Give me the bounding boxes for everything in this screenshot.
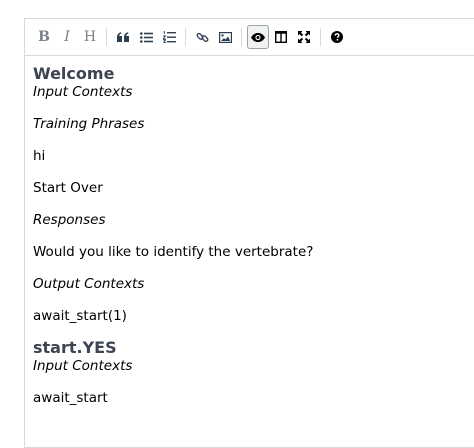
ordered-list-button[interactable] [158,25,180,49]
image-icon [218,31,232,43]
section-heading: Welcome [33,64,115,83]
italic-button[interactable]: I [56,25,78,49]
output-contexts-label: Output Contexts [33,276,145,292]
fullscreen-icon [298,31,310,43]
toolbar-separator [320,28,321,46]
input-context: await_start [33,390,108,406]
quote-button[interactable] [112,25,134,49]
editor-preview: Welcome Input Contexts Training Phrases … [25,56,474,407]
training-phrases-label: Training Phrases [33,116,145,132]
image-button[interactable] [214,25,236,49]
numbered-list-icon [162,31,176,43]
heading-button[interactable]: H [79,25,101,49]
training-phrase: hi [33,148,46,164]
guide-button[interactable] [326,25,348,49]
input-contexts-label: Input Contexts [33,84,133,100]
quote-icon [117,31,129,42]
question-icon [331,31,343,43]
input-contexts-label: Input Contexts [33,358,133,374]
bullet-list-icon [139,31,153,43]
link-icon [196,32,208,42]
heading-icon: H [83,29,97,45]
preview-button[interactable] [247,25,269,49]
toolbar-separator [241,28,242,46]
link-button[interactable] [191,25,213,49]
toolbar-separator [185,28,186,46]
italic-icon: I [64,29,70,45]
fullscreen-button[interactable] [293,25,315,49]
unordered-list-button[interactable] [135,25,157,49]
response-text: Would you like to identify the vertebrat… [33,244,314,260]
output-context: await_start(1) [33,308,127,324]
bold-button[interactable]: B [33,25,55,49]
section-heading: start.YES [33,338,117,357]
columns-icon [275,31,287,43]
bold-icon: B [38,29,50,45]
toolbar-separator [106,28,107,46]
markdown-editor: B I H Welcome Input Contexts Training Ph… [24,18,474,448]
training-phrase: Start Over [33,180,103,196]
side-by-side-button[interactable] [270,25,292,49]
eye-icon [251,32,265,42]
editor-toolbar: B I H [25,19,474,56]
responses-label: Responses [33,212,106,228]
